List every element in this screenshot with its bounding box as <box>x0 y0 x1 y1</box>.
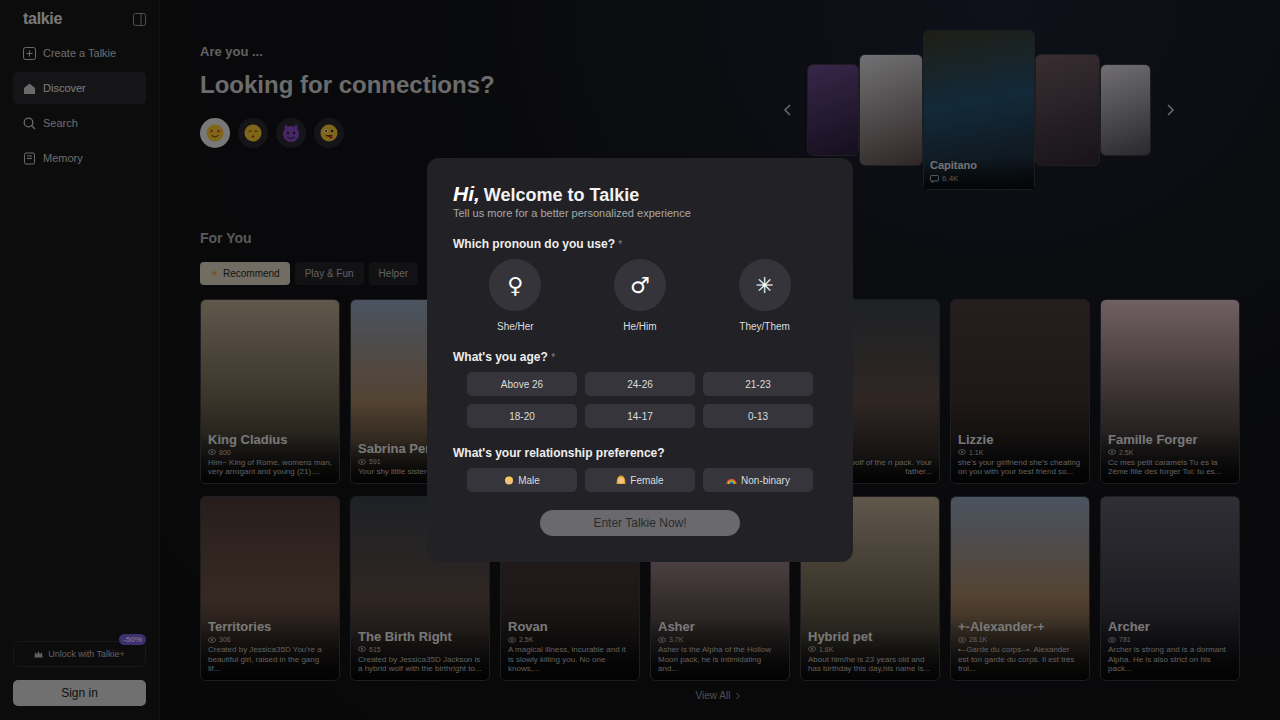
pronoun-label: She/Her <box>497 321 534 332</box>
question-label: Which pronoun do you use? * <box>453 237 827 251</box>
preference-option[interactable]: Female <box>585 468 695 492</box>
pronoun-option[interactable]: ♀ She/Her <box>453 259 578 332</box>
modal-overlay: Hi,Welcome to TalkieTell us more for a b… <box>0 0 1280 720</box>
enter-button[interactable]: Enter Talkie Now! <box>540 510 740 536</box>
preference-option[interactable]: Male <box>467 468 577 492</box>
pronoun-symbol: ♂ <box>614 259 666 311</box>
pronoun-option[interactable]: ✳ They/Them <box>702 259 827 332</box>
pronoun-options: ♀ She/Her ♂ He/Him ✳ They/Them <box>453 259 827 332</box>
age-option[interactable]: 14-17 <box>585 404 695 428</box>
pronoun-label: He/Him <box>623 321 656 332</box>
pronoun-symbol: ♀ <box>489 259 541 311</box>
pronoun-symbol: ✳ <box>739 259 791 311</box>
preference-option[interactable]: Non-binary <box>703 468 813 492</box>
woman-icon <box>616 475 626 485</box>
app: talkieCreate a TalkieDiscoverSearchMemor… <box>0 0 1280 720</box>
dialog-greeting: Hi, <box>453 182 480 206</box>
pronoun-option[interactable]: ♂ He/Him <box>578 259 703 332</box>
age-option[interactable]: 0-13 <box>703 404 813 428</box>
age-option[interactable]: 18-20 <box>467 404 577 428</box>
question-label: What's your relationship preference? <box>453 446 827 460</box>
preference-options: Male Female Non-binary <box>453 468 827 492</box>
man-icon <box>504 475 514 485</box>
dialog-subtitle: Tell us more for a better personalized e… <box>453 207 827 219</box>
age-option[interactable]: Above 26 <box>467 372 577 396</box>
age-options: Above 26 24-26 21-23 18-20 14-17 0-13 <box>453 372 827 428</box>
question-label: What's you age? * <box>453 350 827 364</box>
pronoun-label: They/Them <box>739 321 790 332</box>
dialog-heading: Hi,Welcome to Talkie <box>453 182 827 206</box>
age-option[interactable]: 24-26 <box>585 372 695 396</box>
rainbow-icon <box>726 475 737 485</box>
welcome-dialog: Hi,Welcome to TalkieTell us more for a b… <box>427 158 853 562</box>
dialog-title: Welcome to Talkie <box>484 185 639 206</box>
age-option[interactable]: 21-23 <box>703 372 813 396</box>
